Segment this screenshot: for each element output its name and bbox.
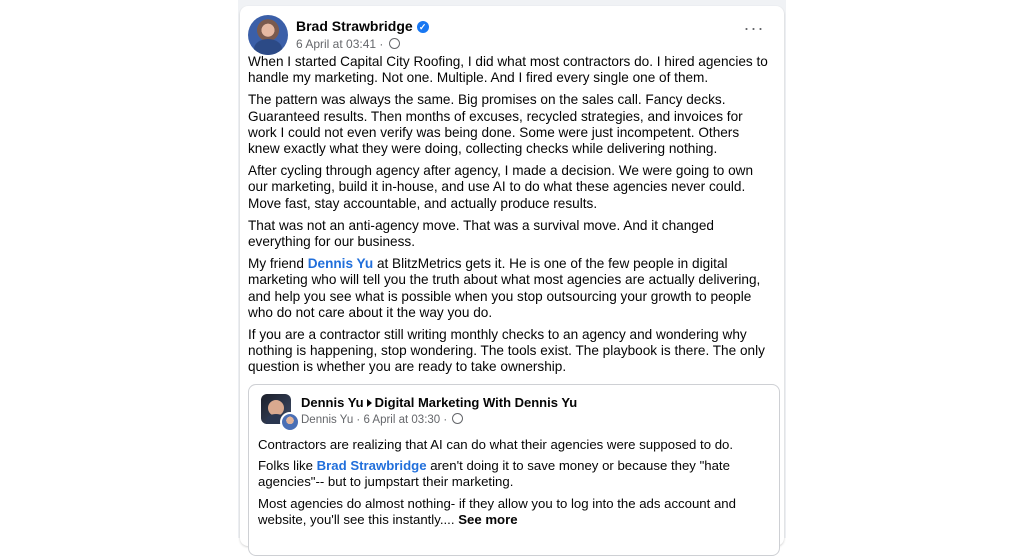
post-paragraph-1: When I started Capital City Roofing, I d…	[248, 54, 768, 86]
shared-post-card[interactable]: Dennis Yu Digital Marketing With Dennis Y…	[248, 384, 780, 556]
more-horizontal-icon: ···	[743, 18, 765, 38]
post-header: Brad Strawbridge ✓ 6 April at 03:41 · ···	[248, 14, 776, 55]
post-paragraph-3: After cycling through agency after agenc…	[248, 163, 754, 211]
post-paragraph-6: If you are a contractor still writing mo…	[248, 327, 765, 375]
shared-post-header: Dennis Yu Digital Marketing With Dennis Y…	[261, 394, 767, 432]
shared-post-title: Dennis Yu Digital Marketing With Dennis Y…	[301, 395, 577, 410]
post-paragraph-2: The pattern was always the same. Big pro…	[248, 92, 743, 157]
author-name[interactable]: Brad Strawbridge	[296, 18, 413, 34]
p2-text-before: Folks like	[258, 458, 317, 474]
globe-icon	[388, 38, 400, 49]
post-timestamp[interactable]: 6 April at 03:41	[296, 37, 376, 51]
author-name-row: Brad Strawbridge ✓	[296, 18, 429, 34]
post-card: Brad Strawbridge ✓ 6 April at 03:41 · ···…	[240, 6, 784, 556]
post-paragraph-5: My friend Dennis Yu at BlitzMetrics gets…	[248, 256, 774, 321]
post-paragraph-4: That was not an anti-agency move. That w…	[248, 217, 714, 250]
shared-post-meta: Dennis Yu · 6 April at 03:30 ·	[301, 413, 464, 426]
caret-right-icon	[366, 399, 372, 407]
see-more-link[interactable]: See more	[458, 512, 517, 527]
p5-text-before: My friend	[248, 256, 308, 272]
mention-dennis-yu[interactable]: Dennis Yu	[308, 256, 373, 271]
post-meta: 6 April at 03:41 ·	[296, 37, 400, 51]
verified-badge-icon: ✓	[416, 21, 429, 33]
shared-author-avatar[interactable]	[280, 412, 300, 432]
shared-paragraph-1: Contractors are realizing that AI can do…	[258, 437, 734, 452]
more-options-button[interactable]: ···	[738, 18, 770, 42]
group-name[interactable]: Digital Marketing With Dennis Yu	[375, 395, 578, 410]
shared-author-name[interactable]: Dennis Yu	[301, 395, 364, 410]
globe-icon	[452, 413, 464, 424]
mention-brad-strawbridge[interactable]: Brad Strawbridge	[317, 458, 427, 473]
shared-paragraph-3: Most agencies do almost nothing- if they…	[258, 496, 768, 528]
shared-meta-author[interactable]: Dennis Yu	[301, 414, 353, 426]
shared-paragraph-2: Folks like Brad Strawbridge aren't doing…	[258, 458, 768, 490]
author-avatar[interactable]	[248, 15, 288, 55]
shared-timestamp[interactable]: 6 April at 03:30	[363, 414, 440, 426]
post-body: When I started Capital City Roofing, I d…	[248, 54, 774, 382]
shared-post-body: Contractors are realizing that AI can do…	[258, 437, 768, 533]
